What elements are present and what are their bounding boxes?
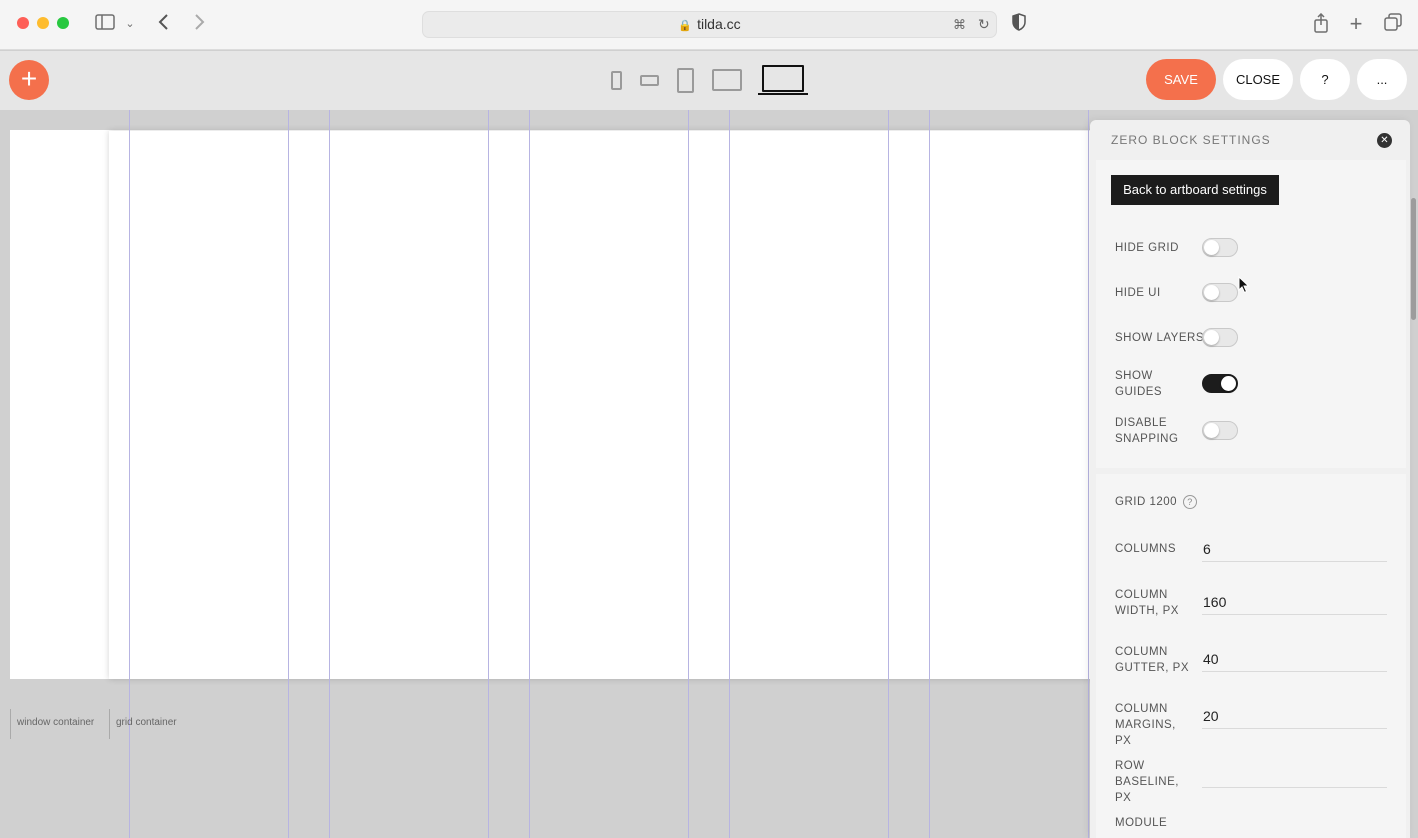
hide-grid-toggle[interactable] bbox=[1202, 238, 1238, 257]
tab-overview-icon[interactable] bbox=[1382, 13, 1404, 35]
grid-guide-line bbox=[288, 110, 289, 838]
active-device-indicator bbox=[758, 93, 808, 95]
column-width-label: COLUMN WIDTH, PX bbox=[1115, 589, 1179, 617]
add-element-button[interactable]: + bbox=[9, 60, 49, 100]
url-text: tilda.cc bbox=[697, 16, 741, 32]
column-gutter-input[interactable]: 40 bbox=[1202, 648, 1387, 672]
help-icon[interactable]: ? bbox=[1183, 494, 1198, 509]
grid-container-label: grid container bbox=[109, 709, 177, 739]
zero-block-settings-panel: ZERO BLOCK SETTINGS ✕ Back to artboard s… bbox=[1090, 120, 1410, 838]
zoom-window-button[interactable] bbox=[57, 17, 69, 29]
grid-guide-line bbox=[729, 110, 730, 838]
panel-title: ZERO BLOCK SETTINGS bbox=[1111, 133, 1271, 147]
browser-toolbar: ⌄ 🔒 tilda.cc ⌘ ↻ + bbox=[0, 0, 1418, 50]
close-window-button[interactable] bbox=[17, 17, 29, 29]
show-layers-label: SHOW LAYERS bbox=[1115, 332, 1204, 344]
translate-icon[interactable]: ⌘ bbox=[953, 12, 966, 37]
grid-guide-line bbox=[1088, 110, 1089, 838]
hide-ui-toggle[interactable] bbox=[1202, 283, 1238, 302]
close-button[interactable]: CLOSE bbox=[1223, 59, 1293, 100]
row-baseline-label: ROW BASELINE, PX bbox=[1115, 760, 1179, 804]
device-tablet-landscape-icon[interactable] bbox=[712, 69, 742, 91]
device-mobile-portrait-icon[interactable] bbox=[611, 71, 622, 90]
grid-guide-line bbox=[329, 110, 330, 838]
grid-guide-line bbox=[688, 110, 689, 838]
address-bar[interactable]: 🔒 tilda.cc ⌘ ↻ bbox=[422, 11, 997, 38]
hide-grid-label: HIDE GRID bbox=[1115, 242, 1179, 254]
grid-title: GRID 1200? bbox=[1115, 494, 1198, 510]
column-gutter-label: COLUMN GUTTER, PX bbox=[1115, 646, 1190, 674]
module-label: MODULE bbox=[1115, 817, 1168, 829]
sidebar-icon[interactable] bbox=[94, 13, 116, 35]
column-width-input[interactable]: 160 bbox=[1202, 591, 1387, 615]
device-mobile-landscape-icon[interactable] bbox=[640, 75, 659, 86]
back-to-artboard-button[interactable]: Back to artboard settings bbox=[1111, 175, 1279, 205]
show-layers-toggle[interactable] bbox=[1202, 328, 1238, 347]
back-icon[interactable] bbox=[155, 13, 173, 35]
lock-icon: 🔒 bbox=[678, 20, 693, 32]
grid-guide-line bbox=[488, 110, 489, 838]
device-desktop-icon[interactable] bbox=[762, 65, 804, 92]
new-tab-icon[interactable]: + bbox=[1346, 13, 1366, 35]
more-button[interactable]: ... bbox=[1357, 59, 1407, 100]
share-icon[interactable] bbox=[1311, 12, 1331, 35]
grid-title-text: GRID 1200 bbox=[1115, 496, 1178, 508]
grid-guide-line bbox=[888, 110, 889, 838]
forward-icon[interactable] bbox=[190, 13, 208, 35]
mouse-cursor-icon bbox=[1238, 275, 1250, 299]
grid-guide-line bbox=[529, 110, 530, 838]
chevron-down-icon[interactable]: ⌄ bbox=[123, 13, 137, 35]
disable-snapping-label: DISABLE SNAPPING bbox=[1115, 417, 1179, 445]
hide-ui-label: HIDE UI bbox=[1115, 287, 1161, 299]
row-baseline-input[interactable] bbox=[1202, 764, 1387, 788]
column-margins-label: COLUMN MARGINS, PX bbox=[1115, 703, 1176, 747]
show-guides-label: SHOW GUIDES bbox=[1115, 370, 1163, 398]
reload-icon[interactable]: ↻ bbox=[978, 12, 990, 37]
help-button[interactable]: ? bbox=[1300, 59, 1350, 100]
window-container-label: window container bbox=[10, 709, 94, 739]
save-button[interactable]: SAVE bbox=[1146, 59, 1216, 100]
device-tablet-portrait-icon[interactable] bbox=[677, 68, 694, 93]
close-icon[interactable]: ✕ bbox=[1377, 133, 1392, 148]
column-margins-input[interactable]: 20 bbox=[1202, 705, 1387, 729]
minimize-window-button[interactable] bbox=[37, 17, 49, 29]
shield-icon[interactable] bbox=[1010, 13, 1028, 35]
panel-scrollbar[interactable] bbox=[1411, 198, 1416, 320]
grid-container[interactable] bbox=[109, 131, 1109, 679]
grid-guide-line bbox=[929, 110, 930, 838]
show-guides-toggle[interactable] bbox=[1202, 374, 1238, 393]
disable-snapping-toggle[interactable] bbox=[1202, 421, 1238, 440]
columns-input[interactable]: 6 bbox=[1202, 538, 1387, 562]
columns-label: COLUMNS bbox=[1115, 543, 1177, 555]
